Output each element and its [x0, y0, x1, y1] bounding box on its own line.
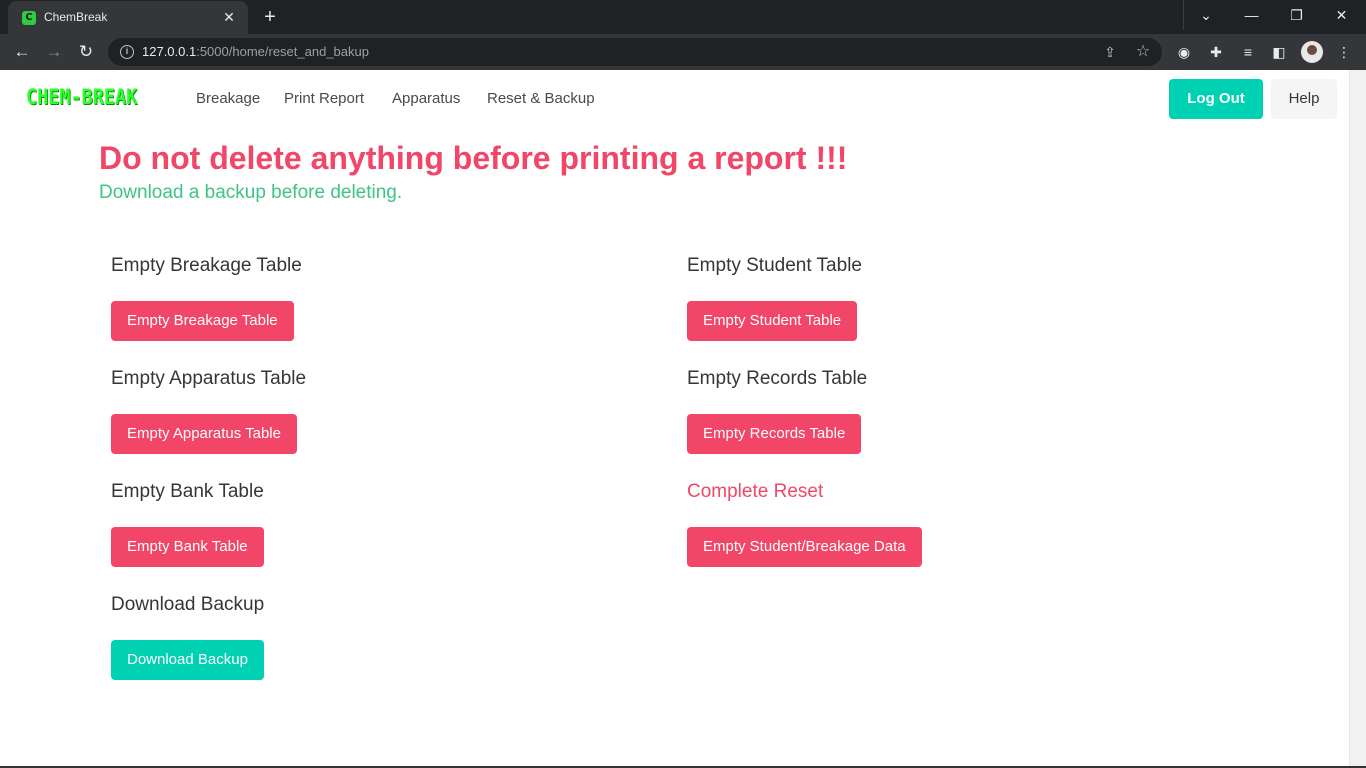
address-bar[interactable]: i 127.0.0.1:5000/home/reset_and_bakup ⇪ … [108, 38, 1162, 66]
tab-close-icon[interactable]: ✕ [220, 8, 238, 26]
browser-tab[interactable]: C ChemBreak ✕ [8, 1, 248, 34]
browser-tabbar: C ChemBreak ✕ + ⌄ — ❐ ✕ [0, 0, 1366, 34]
app-logo[interactable]: CHEM-BREAK [26, 85, 137, 109]
warning-title: Do not delete anything before printing a… [99, 140, 848, 176]
share-icon[interactable]: ⇪ [1100, 42, 1120, 62]
download-backup-button[interactable]: Download Backup [111, 640, 264, 680]
favicon-icon: C [22, 11, 36, 25]
back-icon[interactable]: ← [10, 40, 34, 64]
empty-breakage-button[interactable]: Empty Breakage Table [111, 301, 294, 341]
nav-reset-backup-link[interactable]: Reset & Backup [487, 90, 595, 107]
extension-icon[interactable]: ◉ [1173, 41, 1195, 63]
browser-toolbar: ← → ↻ i 127.0.0.1:5000/home/reset_and_ba… [0, 34, 1366, 70]
menu-kebab-icon[interactable]: ⋮ [1333, 41, 1355, 63]
empty-bank-button[interactable]: Empty Bank Table [111, 527, 264, 567]
warning-subtitle: Download a backup before deleting. [99, 182, 403, 203]
breakage-section-title: Empty Breakage Table [111, 255, 302, 276]
student-section-title: Empty Student Table [687, 255, 862, 276]
tab-search-icon[interactable]: ⌄ [1183, 0, 1228, 30]
backup-section-title: Download Backup [111, 594, 265, 615]
minimize-icon[interactable]: — [1229, 0, 1274, 30]
nav-breakage-link[interactable]: Breakage [196, 90, 260, 107]
help-button[interactable]: Help [1271, 79, 1337, 119]
url-text[interactable]: 127.0.0.1:5000/home/reset_and_bakup [142, 44, 369, 59]
tab-title: ChemBreak [44, 10, 108, 24]
url-host: 127.0.0.1 [142, 44, 197, 59]
forward-icon[interactable]: → [42, 40, 66, 64]
complete-reset-button[interactable]: Empty Student/Breakage Data [687, 527, 922, 567]
nav-print-report-link[interactable]: Print Report [284, 90, 364, 107]
url-path: :5000/home/reset_and_bakup [196, 44, 369, 59]
empty-records-button[interactable]: Empty Records Table [687, 414, 862, 454]
restore-icon[interactable]: ❐ [1274, 0, 1319, 30]
complete-reset-title: Complete Reset [687, 481, 824, 502]
records-section-title: Empty Records Table [687, 368, 868, 389]
empty-apparatus-button[interactable]: Empty Apparatus Table [111, 414, 297, 454]
bookmark-star-icon[interactable]: ☆ [1133, 42, 1153, 62]
page-content: CHEM-BREAK Breakage Print Report Apparat… [0, 70, 1349, 768]
info-icon[interactable]: i [120, 45, 134, 59]
vertical-scrollbar[interactable] [1349, 70, 1366, 768]
logout-button[interactable]: Log Out [1169, 79, 1263, 119]
new-tab-icon[interactable]: + [258, 5, 282, 29]
reload-icon[interactable]: ↻ [74, 40, 98, 64]
bank-section-title: Empty Bank Table [111, 481, 264, 502]
media-control-icon[interactable]: ≡ [1237, 41, 1259, 63]
profile-avatar[interactable] [1301, 41, 1323, 63]
side-panel-icon[interactable]: ◧ [1268, 41, 1290, 63]
window-close-icon[interactable]: ✕ [1319, 0, 1364, 30]
puzzle-icon[interactable]: ✚ [1205, 41, 1227, 63]
empty-student-button[interactable]: Empty Student Table [687, 301, 858, 341]
apparatus-section-title: Empty Apparatus Table [111, 368, 307, 389]
nav-apparatus-link[interactable]: Apparatus [392, 90, 460, 107]
